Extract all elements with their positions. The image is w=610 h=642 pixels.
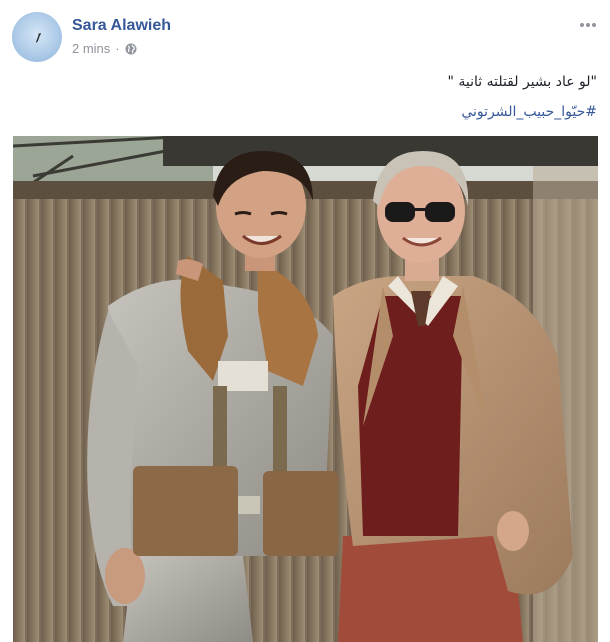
post-meta: 2 mins ·	[72, 41, 137, 56]
more-options-icon[interactable]	[578, 18, 598, 30]
author-name[interactable]: Sara Alawieh	[72, 17, 171, 35]
globe-icon[interactable]	[125, 43, 137, 55]
post-photo[interactable]	[13, 136, 598, 642]
post-timestamp[interactable]: 2 mins	[72, 41, 110, 56]
post-text: "لو عاد بشير لقتلته ثانية "	[447, 74, 597, 90]
meta-separator: ·	[115, 41, 120, 56]
facebook-post: Sara Alawieh 2 mins · "لو عاد بشير لقتلت…	[0, 0, 610, 642]
post-header: Sara Alawieh 2 mins ·	[12, 12, 598, 62]
post-hashtag-link[interactable]: #حيّوا_حبيب_الشرتوني	[37, 102, 597, 122]
author-avatar[interactable]	[12, 12, 62, 62]
